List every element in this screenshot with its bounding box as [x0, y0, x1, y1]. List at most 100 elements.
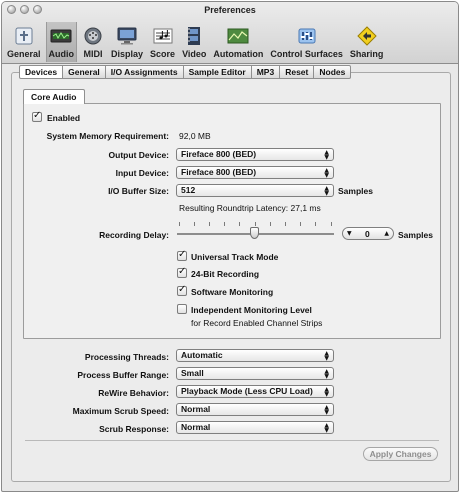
- universal-track-mode-label: Universal Track Mode: [191, 252, 279, 262]
- processing-threads-label: Processing Threads:: [84, 352, 169, 362]
- midi-icon: [84, 27, 102, 45]
- tab-sample-editor[interactable]: Sample Editor: [183, 65, 252, 79]
- scrub-speed-label: Maximum Scrub Speed:: [72, 406, 169, 416]
- scrub-response-label: Scrub Response:: [99, 424, 169, 434]
- software-monitoring-checkbox[interactable]: [177, 284, 187, 296]
- processing-threads-value: Automatic: [181, 350, 223, 360]
- stepper-down-icon[interactable]: ▼: [347, 230, 352, 237]
- toolbar-video[interactable]: Video: [180, 22, 208, 62]
- memory-value: 92,0 MB: [179, 131, 211, 141]
- enabled-checkbox[interactable]: [32, 110, 42, 122]
- output-device-popup[interactable]: Fireface 800 (BED) ▲ ▼: [176, 148, 334, 161]
- slider-tick: [270, 222, 271, 226]
- rewire-behavior-label: ReWire Behavior:: [98, 388, 169, 398]
- popup-arrows-icon: ▲ ▼: [324, 422, 329, 434]
- toolbar-control-surfaces-label: Control Surfaces: [270, 49, 343, 59]
- tab-devices[interactable]: Devices: [19, 65, 64, 79]
- popup-arrows-icon: ▲ ▼: [324, 149, 329, 161]
- process-buffer-label: Process Buffer Range:: [77, 370, 169, 380]
- rewire-behavior-popup[interactable]: Playback Mode (Less CPU Load) ▲ ▼: [176, 385, 334, 398]
- memory-label: System Memory Requirement:: [46, 131, 169, 141]
- apply-changes-button[interactable]: Apply Changes: [363, 447, 438, 461]
- independent-monitoring-checkbox[interactable]: [177, 304, 187, 314]
- tab-mp3[interactable]: MP3: [251, 65, 281, 79]
- slider-tick: [179, 222, 180, 226]
- slider-tick: [331, 222, 332, 226]
- independent-monitoring-sublabel: for Record Enabled Channel Strips: [191, 318, 323, 328]
- toolbar-midi[interactable]: MIDI: [80, 22, 106, 62]
- recording-delay-label: Recording Delay:: [99, 230, 169, 240]
- scrub-response-popup[interactable]: Normal ▲ ▼: [176, 421, 334, 434]
- toolbar-control-surfaces[interactable]: Control Surfaces: [268, 22, 345, 62]
- rewire-behavior-value: Playback Mode (Less CPU Load): [181, 386, 313, 396]
- tab-io-assignments[interactable]: I/O Assignments: [105, 65, 184, 79]
- popup-arrows-icon: ▲ ▼: [324, 185, 329, 197]
- toolbar-automation-label: Automation: [213, 49, 264, 59]
- automation-icon: [227, 28, 249, 44]
- buffer-size-popup[interactable]: 512 ▲ ▼: [176, 184, 334, 197]
- input-device-label: Input Device:: [115, 168, 169, 178]
- input-device-popup[interactable]: Fireface 800 (BED) ▲ ▼: [176, 166, 334, 179]
- video-icon: [188, 27, 201, 45]
- toolbar-display[interactable]: Display: [109, 22, 145, 62]
- recording-delay-unit: Samples: [398, 230, 433, 240]
- popup-arrows-icon: ▲ ▼: [324, 350, 329, 362]
- slider-tick: [300, 222, 301, 226]
- 24bit-recording-checkbox[interactable]: [177, 266, 187, 278]
- display-icon: [117, 27, 137, 45]
- tab-general[interactable]: General: [63, 65, 106, 79]
- slider-tick: [239, 222, 240, 226]
- recording-delay-value: 0: [365, 229, 370, 239]
- buffer-size-value: 512: [181, 185, 196, 195]
- toolbar-midi-label: MIDI: [83, 49, 103, 59]
- tab-nodes[interactable]: Nodes: [314, 65, 352, 79]
- divider: [25, 440, 439, 441]
- scrub-response-value: Normal: [181, 422, 211, 432]
- toolbar-score-label: Score: [150, 49, 176, 59]
- toolbar-automation[interactable]: Automation: [211, 22, 265, 62]
- recording-delay-stepper[interactable]: ▼ 0 ▲: [342, 227, 394, 240]
- toolbar: General Audio MIDI Display Score Video A…: [5, 18, 388, 62]
- 24bit-recording-label: 24-Bit Recording: [191, 269, 260, 279]
- score-icon: [153, 28, 173, 44]
- popup-arrows-icon: ▲ ▼: [324, 167, 329, 179]
- slider-tick: [315, 222, 316, 226]
- popup-arrows-icon: ▲ ▼: [324, 404, 329, 416]
- slider-tick: [224, 222, 225, 226]
- control-surfaces-icon: [298, 28, 316, 44]
- input-device-value: Fireface 800 (BED): [181, 167, 257, 177]
- independent-monitoring-label: Independent Monitoring Level: [191, 305, 312, 315]
- enabled-label: Enabled: [47, 113, 81, 123]
- sharing-icon: [356, 26, 377, 46]
- process-buffer-popup[interactable]: Small ▲ ▼: [176, 367, 334, 380]
- buffer-size-label: I/O Buffer Size:: [108, 186, 169, 196]
- output-device-label: Output Device:: [108, 150, 169, 160]
- tab-reset[interactable]: Reset: [280, 65, 315, 79]
- general-icon: [15, 27, 33, 45]
- scrub-speed-value: Normal: [181, 404, 211, 414]
- recording-delay-slider-thumb[interactable]: [250, 227, 259, 239]
- preferences-window: Preferences General Audio MIDI Display S…: [1, 1, 459, 492]
- universal-track-mode-checkbox[interactable]: [177, 249, 187, 261]
- toolbar-sharing-label: Sharing: [349, 49, 384, 59]
- audio-icon: [50, 29, 72, 43]
- buffer-size-unit: Samples: [338, 186, 373, 196]
- toolbar-video-label: Video: [182, 49, 207, 59]
- toolbar-general[interactable]: General: [5, 22, 43, 62]
- window-title: Preferences: [204, 5, 256, 15]
- toolbar-display-label: Display: [111, 49, 144, 59]
- slider-tick: [285, 222, 286, 226]
- latency-text: Resulting Roundtrip Latency: 27,1 ms: [179, 203, 321, 213]
- title-toolbar-area: Preferences General Audio MIDI Display S…: [2, 2, 458, 64]
- stepper-up-icon[interactable]: ▲: [384, 230, 389, 237]
- toolbar-sharing[interactable]: Sharing: [348, 22, 386, 62]
- toolbar-audio[interactable]: Audio: [45, 22, 78, 62]
- software-monitoring-label: Software Monitoring: [191, 287, 274, 297]
- toolbar-score[interactable]: Score: [148, 22, 177, 62]
- popup-arrows-icon: ▲ ▼: [324, 368, 329, 380]
- output-device-value: Fireface 800 (BED): [181, 149, 257, 159]
- process-buffer-value: Small: [181, 368, 204, 378]
- scrub-speed-popup[interactable]: Normal ▲ ▼: [176, 403, 334, 416]
- tab-core-audio[interactable]: Core Audio: [23, 89, 85, 104]
- processing-threads-popup[interactable]: Automatic ▲ ▼: [176, 349, 334, 362]
